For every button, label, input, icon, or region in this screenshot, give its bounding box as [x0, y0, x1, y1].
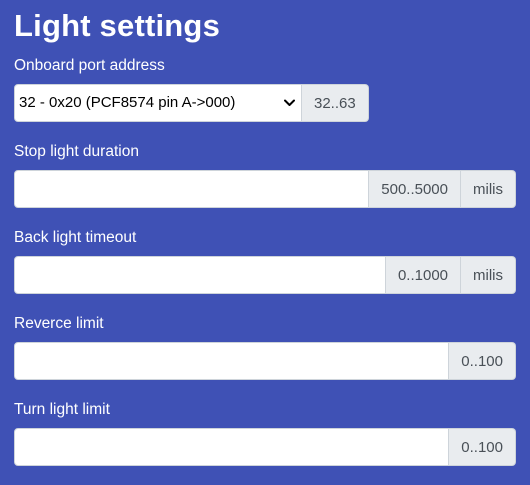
turn-light-limit-label: Turn light limit [14, 401, 110, 418]
back-light-timeout-range: 0..1000 [385, 256, 461, 294]
stop-light-duration-range: 500..5000 [369, 170, 461, 208]
port-address-range: 32..63 [302, 84, 369, 122]
back-light-timeout-unit: milis [461, 256, 516, 294]
turn-light-limit-input[interactable] [14, 428, 450, 466]
port-address-selected-value: 32 - 0x20 (PCF8574 pin A->000) [19, 94, 236, 111]
page-title: Light settings [14, 8, 221, 43]
back-light-timeout-label: Back light timeout [14, 229, 137, 246]
reverse-limit-input[interactable] [14, 342, 450, 380]
turn-light-limit-range: 0..100 [449, 428, 516, 466]
back-light-timeout-input[interactable] [14, 256, 386, 294]
stop-light-duration-group: 500..5000 milis [14, 170, 516, 208]
port-address-label: Onboard port address [14, 57, 165, 74]
back-light-timeout-group: 0..1000 milis [14, 256, 516, 294]
reverse-limit-label: Reverce limit [14, 315, 104, 332]
reverse-limit-group: 0..100 [14, 342, 516, 380]
port-address-group: 32 - 0x20 (PCF8574 pin A->000) 32..63 [14, 84, 516, 122]
reverse-limit-range: 0..100 [449, 342, 516, 380]
stop-light-duration-input[interactable] [14, 170, 370, 208]
port-address-select[interactable]: 32 - 0x20 (PCF8574 pin A->000) [14, 84, 302, 122]
chevron-down-icon [284, 99, 295, 106]
stop-light-duration-unit: milis [461, 170, 516, 208]
light-settings-form: Light settings Onboard port address 32 -… [14, 0, 516, 466]
stop-light-duration-label: Stop light duration [14, 143, 139, 160]
turn-light-limit-group: 0..100 [14, 428, 516, 466]
